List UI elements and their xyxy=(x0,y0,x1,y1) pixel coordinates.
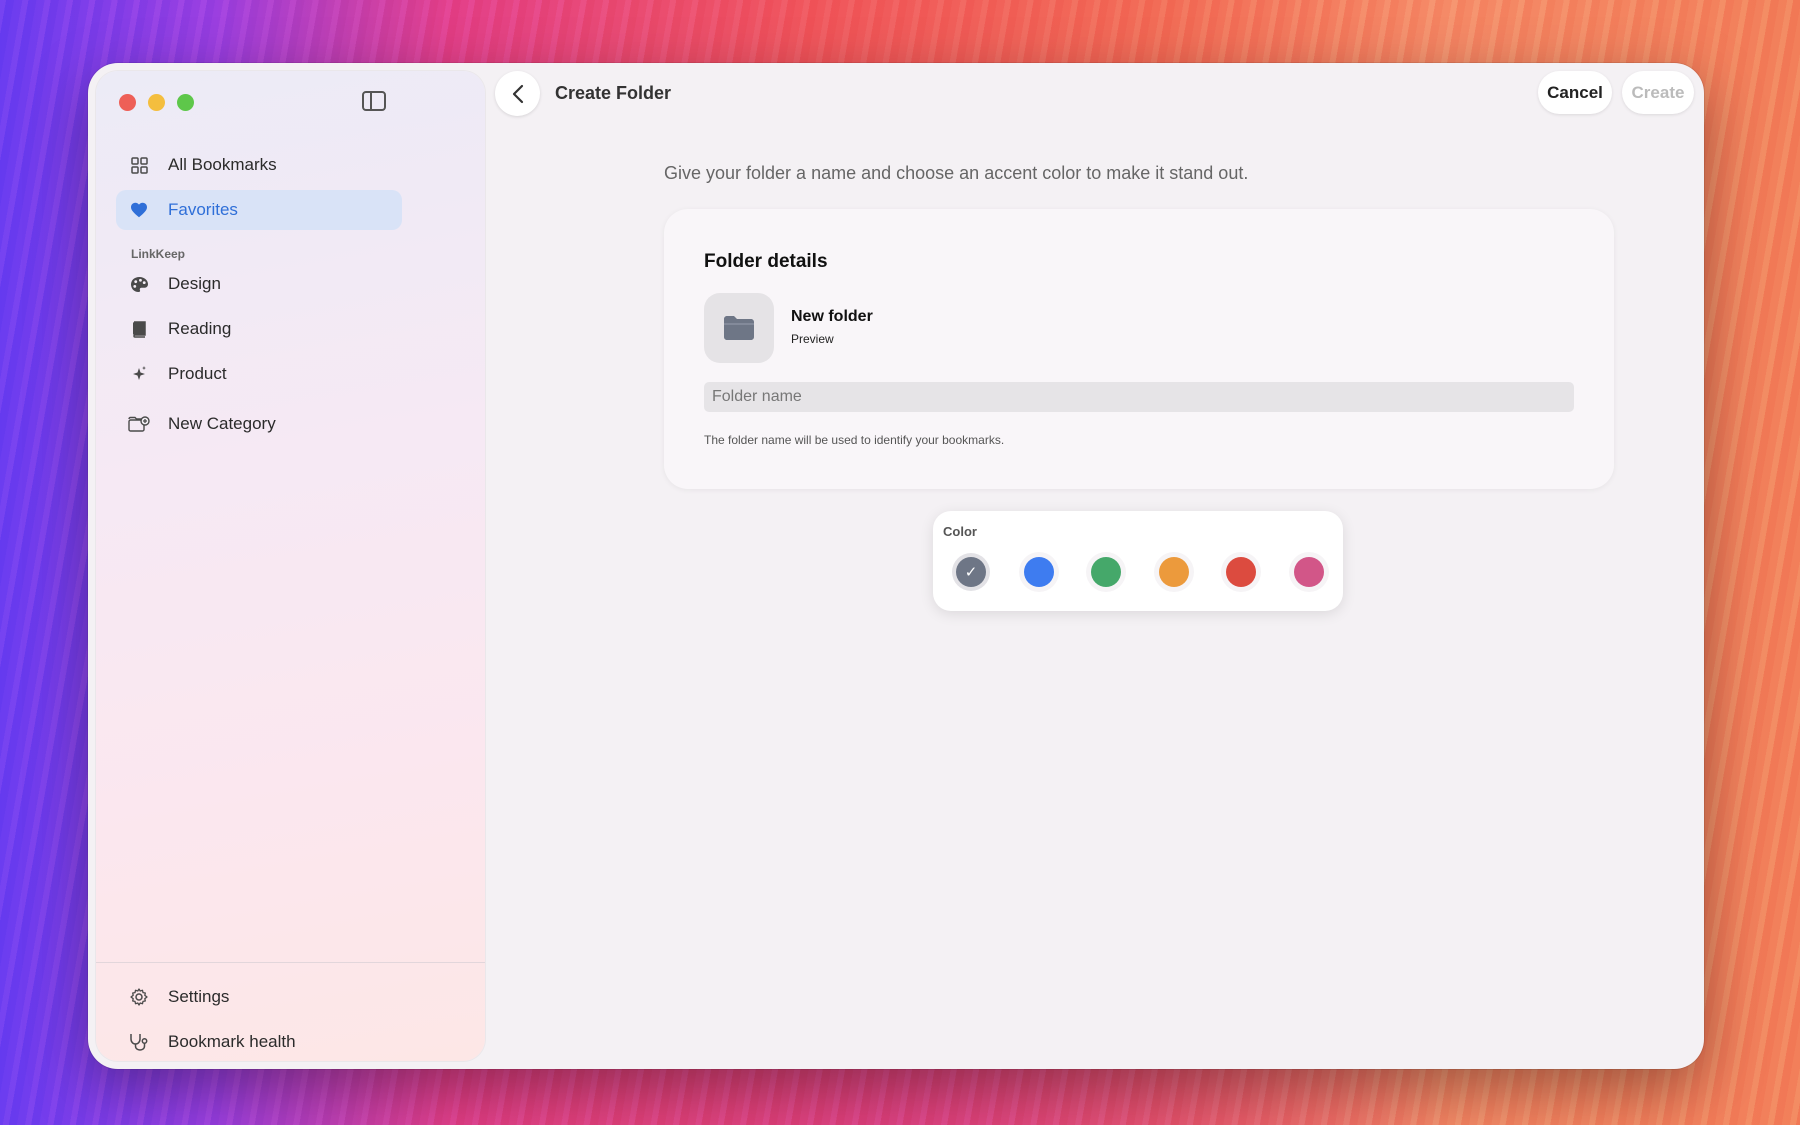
folder-preview-name: New folder xyxy=(791,308,873,325)
color-swatch-blue[interactable] xyxy=(1024,557,1054,587)
sidebar-item-label: All Bookmarks xyxy=(168,155,277,174)
intro-text: Give your folder a name and choose an ac… xyxy=(664,163,1249,183)
maximize-window-button[interactable] xyxy=(177,94,194,111)
stethoscope-icon xyxy=(128,1033,150,1051)
chevron-left-icon xyxy=(512,84,523,103)
main-content: Create Folder Cancel Create Give your fo… xyxy=(485,63,1704,1069)
sidebar-divider xyxy=(96,962,485,963)
minimize-window-button[interactable] xyxy=(148,94,165,111)
folder-name-helper: The folder name will be used to identify… xyxy=(704,433,1005,447)
sidebar-item-product[interactable]: Product xyxy=(116,354,484,394)
folder-details-card: Folder details New folder Preview The fo… xyxy=(664,209,1614,489)
color-swatch-green[interactable] xyxy=(1091,557,1121,587)
close-window-button[interactable] xyxy=(119,94,136,111)
color-swatch-orange[interactable] xyxy=(1159,557,1189,587)
color-swatch-red[interactable] xyxy=(1226,557,1256,587)
sidebar-item-settings[interactable]: Settings xyxy=(116,977,484,1017)
card-title: Folder details xyxy=(704,251,828,272)
sparkles-icon xyxy=(128,365,150,383)
grid-icon xyxy=(128,156,150,174)
folder-badge-plus-icon xyxy=(128,415,150,433)
folder-preview-caption: Preview xyxy=(791,332,834,346)
cancel-button[interactable]: Cancel xyxy=(1538,71,1612,114)
create-button[interactable]: Create xyxy=(1622,71,1694,114)
section-label: LinkKeep xyxy=(131,247,186,261)
sidebar-item-reading[interactable]: Reading xyxy=(116,309,484,349)
heart-icon xyxy=(128,202,150,218)
book-icon xyxy=(128,320,150,338)
sidebar: All Bookmarks Favorites LinkKeep Design … xyxy=(96,71,485,1061)
gear-icon xyxy=(128,988,150,1006)
sidebar-item-label: Settings xyxy=(168,987,230,1006)
folder-name-input[interactable] xyxy=(704,382,1574,412)
sidebar-item-label: Design xyxy=(168,274,221,293)
sidebar-item-label: Product xyxy=(168,364,227,383)
sidebar-item-new-category[interactable]: New Category xyxy=(116,404,484,444)
sidebar-item-design[interactable]: Design xyxy=(116,264,484,304)
sidebar-toggle-icon[interactable] xyxy=(362,91,386,111)
sidebar-item-label: Favorites xyxy=(168,200,238,219)
sidebar-item-all-bookmarks[interactable]: All Bookmarks xyxy=(116,145,484,185)
page-title: Create Folder xyxy=(555,83,672,103)
sidebar-item-label: New Category xyxy=(168,414,276,433)
folder-icon xyxy=(724,316,754,340)
color-picker-card: Color ✓ xyxy=(933,511,1343,611)
app-window: All Bookmarks Favorites LinkKeep Design … xyxy=(88,63,1704,1069)
window-controls xyxy=(119,94,194,111)
sidebar-item-favorites[interactable]: Favorites xyxy=(116,190,402,230)
sidebar-item-label: Bookmark health xyxy=(168,1032,296,1051)
folder-preview-thumb xyxy=(704,293,774,363)
sidebar-item-label: Reading xyxy=(168,319,232,338)
color-swatch-pink[interactable] xyxy=(1294,557,1324,587)
palette-icon xyxy=(128,276,150,293)
checkmark-icon: ✓ xyxy=(964,564,978,581)
back-button[interactable] xyxy=(495,71,540,116)
color-label: Color xyxy=(943,524,977,539)
color-swatch-gray[interactable]: ✓ xyxy=(956,557,986,587)
sidebar-item-bookmark-health[interactable]: Bookmark health xyxy=(116,1022,484,1061)
